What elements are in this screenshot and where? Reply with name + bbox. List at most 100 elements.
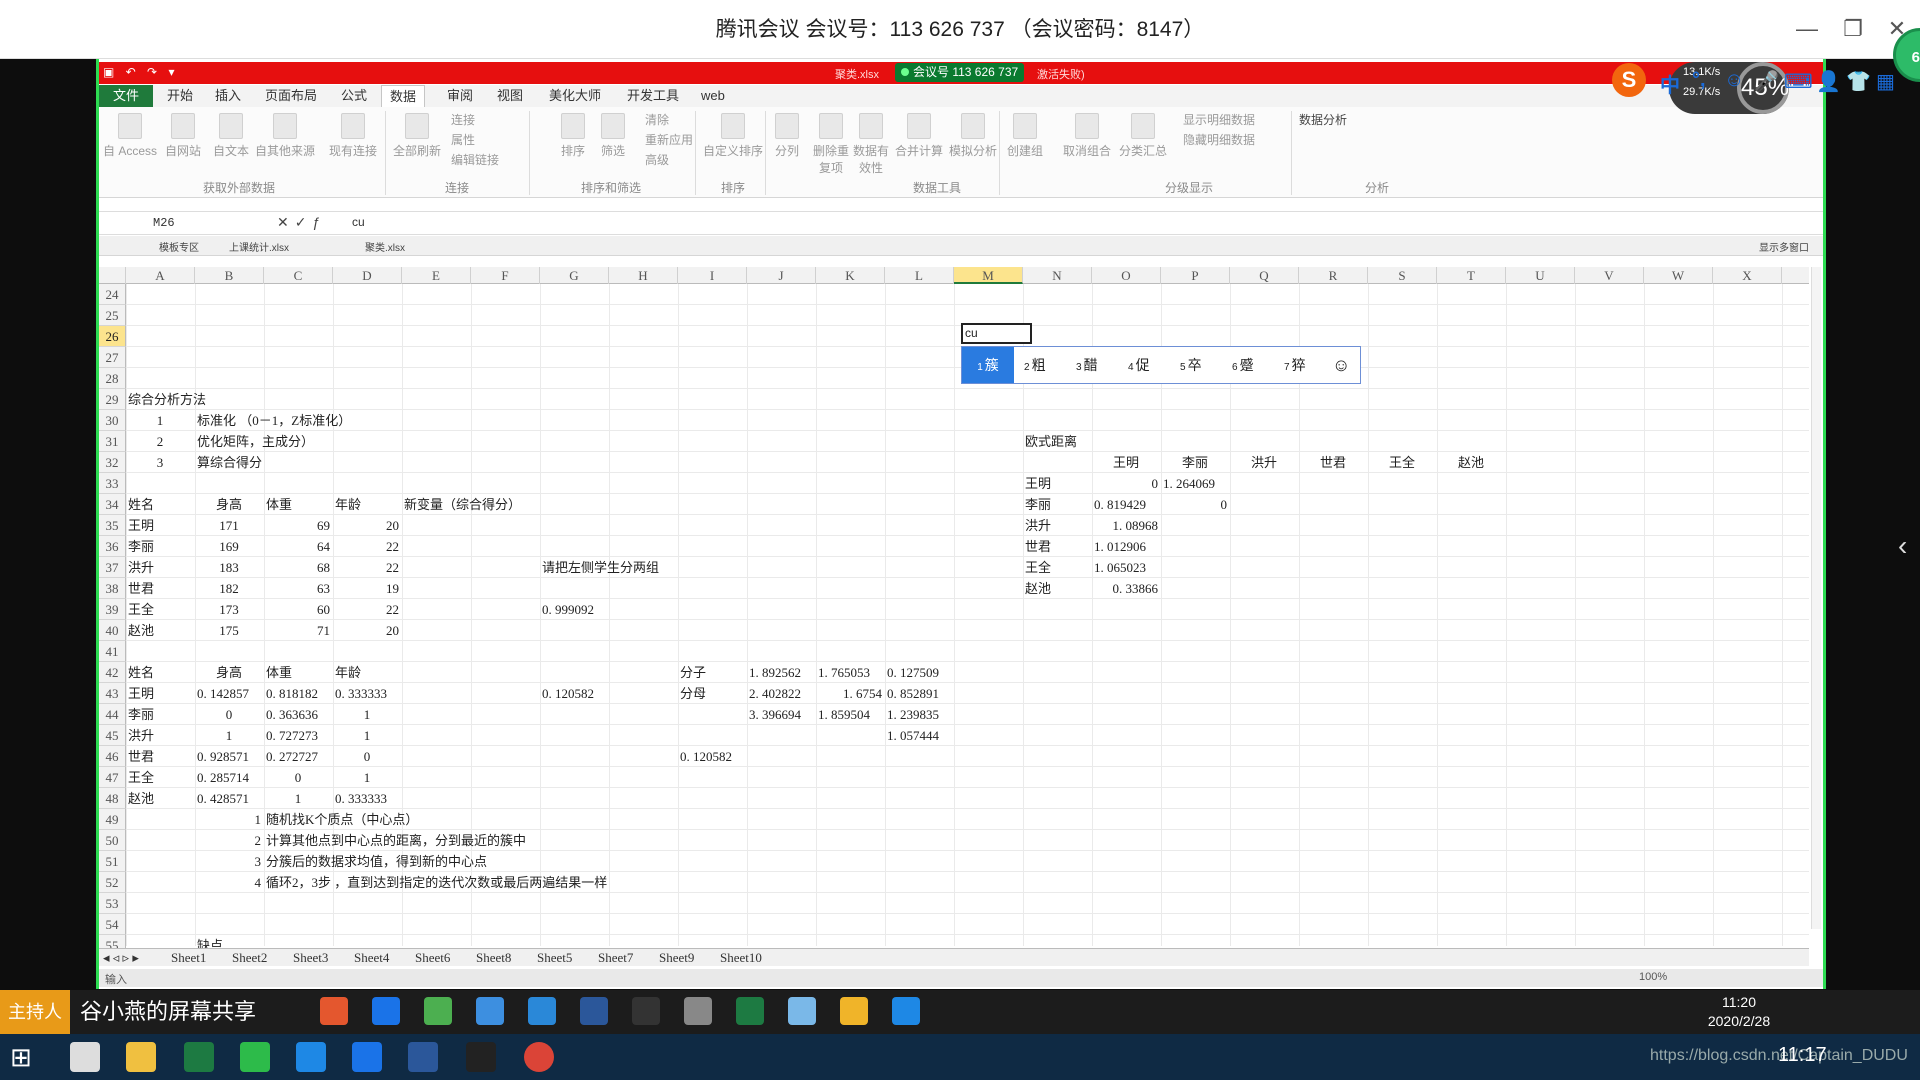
- cell-c51[interactable]: 分簇后的数据求均值，得到新的中心点: [266, 851, 487, 872]
- tab-view[interactable]: 视图: [489, 85, 531, 107]
- cell-n31[interactable]: 欧式距离: [1025, 431, 1077, 452]
- tab-insert[interactable]: 插入: [207, 85, 249, 107]
- cell-a30[interactable]: 1: [128, 410, 192, 431]
- cell-d42[interactable]: 年龄: [335, 662, 361, 683]
- column-header-x[interactable]: X: [1713, 267, 1782, 284]
- candidate-7[interactable]: 7猝: [1278, 347, 1312, 383]
- cell-b46[interactable]: 0. 928571: [197, 746, 249, 767]
- cell-a47[interactable]: 王全: [128, 767, 154, 788]
- cell-o36[interactable]: 1. 012906: [1094, 536, 1146, 557]
- edge-icon[interactable]: [372, 997, 400, 1025]
- vertical-scrollbar[interactable]: [1811, 267, 1821, 929]
- row-header-27[interactable]: 27: [99, 347, 126, 368]
- excel-taskbar-icon[interactable]: [184, 1042, 214, 1072]
- row-header-32[interactable]: 32: [99, 452, 126, 473]
- chrome-icon[interactable]: [524, 1042, 554, 1072]
- tab-developer[interactable]: 开发工具: [619, 85, 687, 107]
- row-header-49[interactable]: 49: [99, 809, 126, 830]
- skin-icon[interactable]: 👕: [1846, 69, 1871, 94]
- tab-data[interactable]: 数据: [381, 85, 426, 107]
- row-header-47[interactable]: 47: [99, 767, 126, 788]
- cell-o34[interactable]: 0. 819429: [1094, 494, 1146, 515]
- cell-c49[interactable]: 随机找K个质点（中心点）: [266, 809, 418, 830]
- tab-web[interactable]: web: [693, 85, 733, 107]
- data-validation-button[interactable]: 数据有效性: [851, 113, 891, 176]
- disk-icon[interactable]: [684, 997, 712, 1025]
- reapply-button[interactable]: 重新应用: [645, 131, 693, 148]
- cell-j42[interactable]: 1. 892562: [749, 662, 801, 683]
- column-header-p[interactable]: P: [1161, 267, 1230, 284]
- cell-e34[interactable]: 新变量（综合得分）: [404, 494, 521, 515]
- zoom-level[interactable]: 100%: [1639, 971, 1667, 983]
- tab-cluster-workbook[interactable]: 聚类.xlsx: [365, 239, 405, 254]
- tencent-icon[interactable]: [528, 997, 556, 1025]
- cell-r32[interactable]: 世君: [1301, 452, 1365, 473]
- row-header-26[interactable]: 26: [99, 326, 126, 347]
- cell-n34[interactable]: 李丽: [1025, 494, 1051, 515]
- cell-a39[interactable]: 王全: [128, 599, 154, 620]
- cell-j44[interactable]: 3. 396694: [749, 704, 801, 725]
- sort-button[interactable]: 排序: [561, 113, 585, 159]
- text-to-columns-button[interactable]: 分列: [775, 113, 799, 159]
- cell-c50[interactable]: 计算其他点到中心点的距离，分到最近的簇中: [266, 830, 526, 851]
- cell-b40[interactable]: 175: [197, 620, 261, 641]
- column-header-w[interactable]: W: [1644, 267, 1713, 284]
- ie-icon[interactable]: [352, 1042, 382, 1072]
- sheet-tab-sheet4[interactable]: Sheet4: [354, 950, 389, 966]
- cell-b43[interactable]: 0. 142857: [197, 683, 249, 704]
- cell-d40[interactable]: 20: [335, 620, 399, 641]
- row-header-37[interactable]: 37: [99, 557, 126, 578]
- cell-c46[interactable]: 0. 272727: [266, 746, 318, 767]
- column-header-d[interactable]: D: [333, 267, 402, 284]
- column-header-m[interactable]: M: [954, 267, 1023, 284]
- column-header-l[interactable]: L: [885, 267, 954, 284]
- tab-templates[interactable]: 模板专区: [159, 239, 199, 254]
- microphone-icon[interactable]: 🎤: [1754, 69, 1779, 94]
- row-header-24[interactable]: 24: [99, 284, 126, 305]
- user-icon[interactable]: 👤: [1816, 69, 1841, 94]
- row-header-54[interactable]: 54: [99, 914, 126, 935]
- cell-c45[interactable]: 0. 727273: [266, 725, 318, 746]
- active-cell-editor[interactable]: cu: [961, 323, 1032, 344]
- column-header-c[interactable]: C: [264, 267, 333, 284]
- column-header-q[interactable]: Q: [1230, 267, 1299, 284]
- tab-beautify[interactable]: 美化大师: [541, 85, 609, 107]
- cell-a31[interactable]: 2: [128, 431, 192, 452]
- cell-d36[interactable]: 22: [335, 536, 399, 557]
- minimize-icon[interactable]: —: [1790, 12, 1824, 46]
- cell-p34[interactable]: 0: [1163, 494, 1228, 515]
- cell-a42[interactable]: 姓名: [128, 662, 154, 683]
- cell-c47[interactable]: 0: [266, 767, 330, 788]
- row-header-31[interactable]: 31: [99, 431, 126, 452]
- row-header-28[interactable]: 28: [99, 368, 126, 389]
- cell-a36[interactable]: 李丽: [128, 536, 154, 557]
- cell-i42[interactable]: 分子: [680, 662, 706, 683]
- cell-a46[interactable]: 世君: [128, 746, 154, 767]
- column-header-t[interactable]: T: [1437, 267, 1506, 284]
- mail-icon[interactable]: [70, 1042, 100, 1072]
- row-header-46[interactable]: 46: [99, 746, 126, 767]
- column-header-j[interactable]: J: [747, 267, 816, 284]
- edit-links-button[interactable]: 编辑链接: [451, 151, 499, 168]
- ungroup-button[interactable]: 取消组合: [1063, 113, 1111, 159]
- cell-c44[interactable]: 0. 363636: [266, 704, 318, 725]
- row-header-34[interactable]: 34: [99, 494, 126, 515]
- row-header-39[interactable]: 39: [99, 599, 126, 620]
- row-header-45[interactable]: 45: [99, 725, 126, 746]
- row-header-38[interactable]: 38: [99, 578, 126, 599]
- row-header-30[interactable]: 30: [99, 410, 126, 431]
- cell-c39[interactable]: 60: [266, 599, 330, 620]
- cell-a48[interactable]: 赵池: [128, 788, 154, 809]
- cell-a43[interactable]: 王明: [128, 683, 154, 704]
- candidate-3[interactable]: 3醋: [1070, 347, 1104, 383]
- restore-icon[interactable]: ❐: [1836, 12, 1870, 46]
- settings-icon[interactable]: [788, 997, 816, 1025]
- cell-o35[interactable]: 1. 08968: [1094, 515, 1159, 536]
- consolidate-button[interactable]: 合并计算: [895, 113, 943, 159]
- ime-toolbar[interactable]: S 中 °, ☺ 🎤 ⌨ 👤 👕 ▦: [1608, 57, 1920, 107]
- candidate-5[interactable]: 5卒: [1174, 347, 1208, 383]
- cell-d48[interactable]: 0. 333333: [335, 788, 387, 809]
- cell-i46[interactable]: 0. 120582: [680, 746, 732, 767]
- row-header-40[interactable]: 40: [99, 620, 126, 641]
- cell-d43[interactable]: 0. 333333: [335, 683, 387, 704]
